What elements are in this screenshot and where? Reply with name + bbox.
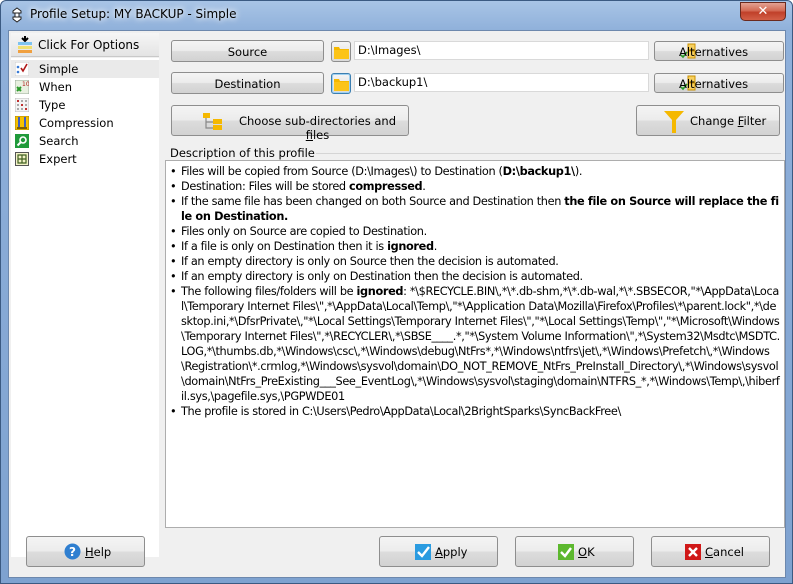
search-icon	[15, 134, 29, 148]
emphasis-text: compressed	[349, 180, 423, 193]
compression-icon	[15, 116, 29, 130]
close-icon: ✕	[757, 4, 769, 19]
description-item: If the same file has been changed on bot…	[170, 194, 780, 224]
when-icon: 10	[15, 80, 29, 94]
title-bar[interactable]: Profile Setup: MY BACKUP - Simple ✕	[1, 1, 792, 29]
emphasis-text: ignored	[356, 285, 404, 298]
description-item: If an empty directory is only on Source …	[170, 254, 780, 269]
apply-icon	[415, 544, 431, 560]
emphasis-text: D:\backup1\	[502, 165, 576, 178]
sidebar-item-type[interactable]: Type	[11, 96, 159, 114]
source-alternatives-button[interactable]: Alternatives	[654, 41, 784, 61]
description-text: If a file is only on Destination then it…	[181, 240, 388, 253]
sidebar-item-simple[interactable]: Simple	[11, 60, 159, 78]
close-button[interactable]: ✕	[740, 2, 786, 21]
source-path-input[interactable]: D:\Images\	[354, 41, 649, 60]
description-item: The profile is stored in C:\Users\Pedro\…	[170, 404, 780, 419]
dialog-client-area: Click For Options Simple 10 When Type Co…	[8, 30, 786, 578]
description-caption: Description of this profile	[169, 146, 316, 160]
apply-button[interactable]: Apply	[379, 536, 498, 567]
description-text: If an empty directory is only on Source …	[181, 255, 559, 268]
choose-subdirectories-button[interactable]: Choose sub-directories and files	[171, 105, 409, 142]
browse-destination-button[interactable]	[331, 73, 351, 94]
folder-icon	[334, 47, 349, 59]
options-menu-icon	[18, 36, 32, 53]
description-text: .	[422, 180, 426, 193]
cancel-button[interactable]: Cancel	[651, 536, 770, 567]
description-text: : *\$RECYCLE.BIN\,*\*.db-shm,*\*.db-wal,…	[181, 285, 780, 403]
description-item: If a file is only on Destination then it…	[170, 239, 780, 254]
sidebar-item-expert[interactable]: Expert	[11, 150, 159, 168]
destination-alternatives-button[interactable]: Alternatives	[654, 73, 784, 93]
description-text: Files will be copied from Source (D:\Ima…	[181, 165, 503, 178]
description-item: The following files/folders will be igno…	[170, 284, 780, 404]
sidebar-item-when[interactable]: 10 When	[11, 78, 159, 96]
description-text: The following files/folders will be	[181, 285, 357, 298]
simple-icon	[15, 62, 29, 76]
options-list: Simple 10 When Type Compression Search E…	[11, 58, 159, 557]
sidebar-item-compression[interactable]: Compression	[11, 114, 159, 132]
filter-icon	[664, 111, 684, 133]
folder-icon	[334, 79, 349, 91]
description-list: Files will be copied from Source (D:\Ima…	[170, 164, 780, 419]
source-button[interactable]: Source	[171, 40, 324, 62]
description-text: If an empty directory is only on Destina…	[181, 270, 583, 283]
description-text: Destination: Files will be stored	[181, 180, 349, 193]
emphasis-text: ignored	[387, 240, 434, 253]
ok-check-icon	[558, 544, 574, 560]
ok-button[interactable]: OK	[515, 536, 634, 567]
description-box: Files will be copied from Source (D:\Ima…	[165, 160, 785, 528]
description-text: .	[433, 240, 438, 253]
profile-description-group: Description of this profile Files will b…	[165, 146, 785, 528]
cancel-x-icon	[685, 544, 701, 560]
description-text: ).	[574, 165, 583, 178]
profile-setup-window: Profile Setup: MY BACKUP - Simple ✕ Clic…	[0, 0, 793, 584]
description-item: Files will be copied from Source (D:\Ima…	[170, 164, 780, 179]
browse-source-button[interactable]	[331, 41, 351, 62]
folder-tree-icon	[203, 113, 222, 130]
svg-text:10: 10	[22, 81, 29, 88]
click-for-options-button[interactable]: Click For Options	[11, 33, 159, 57]
group-divider	[253, 153, 781, 154]
help-icon: ?	[64, 543, 81, 560]
svg-text:?: ?	[69, 545, 76, 559]
description-text: The profile is stored in C:\Users\Pedro\…	[181, 405, 621, 418]
destination-path-input[interactable]: D:\backup1\	[354, 73, 649, 92]
sidebar-item-search[interactable]: Search	[11, 132, 159, 150]
description-item: If an empty directory is only on Destina…	[170, 269, 780, 284]
help-button[interactable]: ? Help	[26, 536, 145, 567]
change-filter-button[interactable]: Change Filter	[636, 105, 780, 136]
app-icon	[12, 7, 22, 23]
destination-button[interactable]: Destination	[171, 72, 324, 94]
window-title: Profile Setup: MY BACKUP - Simple	[30, 7, 237, 21]
description-text: If the same file has been changed on bot…	[181, 195, 565, 208]
expert-icon	[15, 152, 29, 166]
type-icon	[15, 98, 29, 112]
click-for-options-label: Click For Options	[38, 38, 140, 52]
description-item: Destination: Files will be stored compre…	[170, 179, 780, 194]
description-item: Files only on Source are copied to Desti…	[170, 224, 780, 239]
description-text: Files only on Source are copied to Desti…	[181, 225, 427, 238]
